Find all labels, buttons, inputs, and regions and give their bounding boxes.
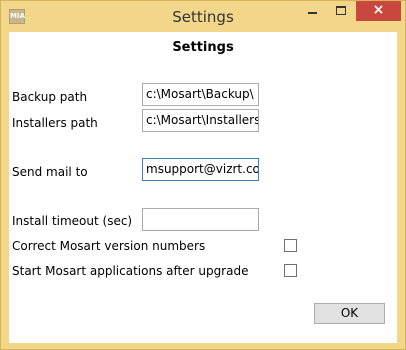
settings-window: MIA Settings × Settings Backup path c:\M…: [0, 0, 406, 350]
backup-path-label: Backup path: [12, 90, 88, 104]
dialog-heading: Settings: [172, 40, 234, 55]
close-button[interactable]: ×: [356, 1, 401, 21]
title-bar[interactable]: MIA Settings ×: [1, 1, 405, 32]
ok-button[interactable]: OK: [314, 303, 385, 324]
backup-path-input[interactable]: c:\Mosart\Backup\: [142, 83, 259, 106]
dialog-body: Settings Backup path c:\Mosart\Backup\ I…: [9, 32, 397, 343]
maximize-button[interactable]: [328, 1, 355, 21]
install-timeout-input[interactable]: [142, 208, 259, 231]
installers-path-input[interactable]: c:\Mosart\Installers\: [142, 109, 259, 132]
start-after-upgrade-checkbox[interactable]: [284, 264, 297, 277]
correct-version-checkbox[interactable]: [284, 239, 297, 252]
installers-path-label: Installers path: [12, 116, 98, 130]
install-timeout-label: Install timeout (sec): [12, 214, 133, 228]
send-mail-label: Send mail to: [12, 165, 88, 179]
maximize-icon: [336, 6, 346, 15]
close-icon: ×: [372, 2, 385, 18]
correct-version-label: Correct Mosart version numbers: [12, 239, 206, 253]
start-after-upgrade-label: Start Mosart applications after upgrade: [12, 264, 249, 278]
minimize-icon: [308, 12, 317, 14]
send-mail-input[interactable]: msupport@vizrt.com: [142, 158, 259, 181]
minimize-button[interactable]: [299, 1, 327, 21]
